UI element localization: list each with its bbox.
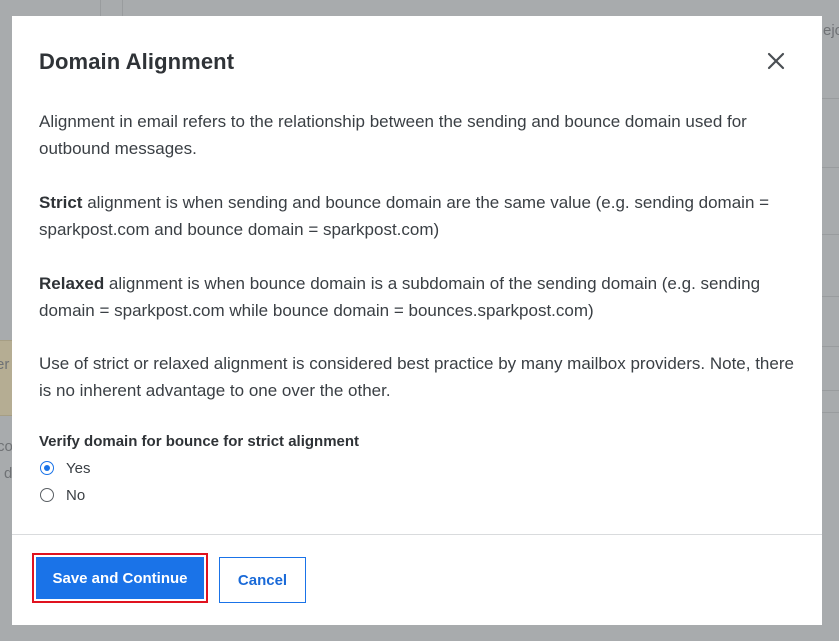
intro-paragraph: Alignment in email refers to the relatio… [39,112,747,158]
background-divider [822,234,839,235]
radio-option-no[interactable]: No [40,485,85,505]
background-divider [822,412,839,413]
strict-description: alignment is when sending and bounce dom… [39,193,770,239]
background-divider [822,296,839,297]
modal-title: Domain Alignment [39,49,235,74]
footer-divider [12,534,822,535]
relaxed-paragraph: Relaxed alignment is when bounce domain … [39,270,799,324]
radio-option-yes[interactable]: Yes [40,458,90,478]
radio-group-label: Verify domain for bounce for strict alig… [39,433,360,450]
note-paragraph: Use of strict or relaxed alignment is co… [39,354,794,400]
close-button[interactable] [764,49,788,73]
background-divider [822,346,839,347]
strict-paragraph: Strict alignment is when sending and bou… [39,189,799,243]
focus-outline: Save and Continue [32,553,208,603]
relaxed-description: alignment is when bounce domain is a sub… [39,274,761,320]
save-and-continue-button[interactable]: Save and Continue [36,557,204,599]
background-divider [822,390,839,391]
background-divider [822,167,839,168]
relaxed-term: Relaxed [39,274,105,293]
close-icon [767,52,785,70]
background-text: ejo [823,22,839,39]
background-divider [122,0,123,16]
radio-label-no[interactable]: No [66,487,85,504]
radio-button-no[interactable] [40,488,54,502]
background-text: er [0,356,10,373]
cancel-button[interactable]: Cancel [219,557,306,603]
background-text: co [0,438,13,455]
radio-button-yes[interactable] [40,461,54,475]
background-divider [822,98,839,99]
radio-label-yes[interactable]: Yes [66,460,90,477]
background-divider [100,0,101,16]
domain-alignment-modal: Domain Alignment Alignment in email refe… [12,16,822,625]
strict-term: Strict [39,193,83,212]
